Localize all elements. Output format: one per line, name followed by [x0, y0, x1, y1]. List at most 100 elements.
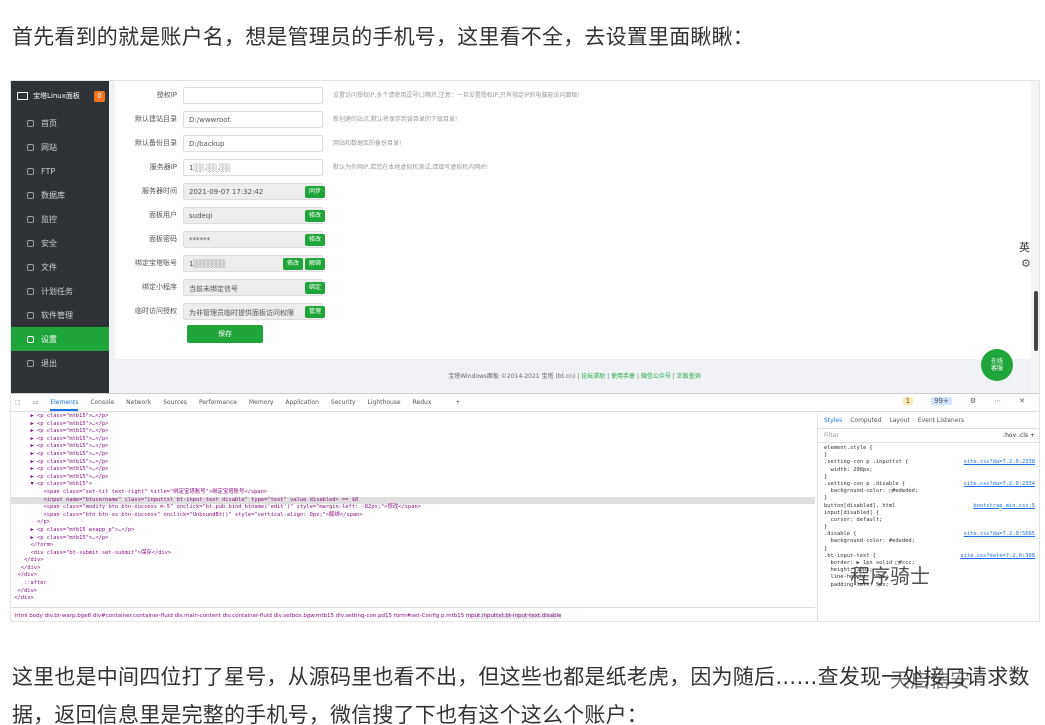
sidebar-item[interactable]: 网站 — [11, 135, 109, 159]
scrollbar-thumb[interactable] — [1034, 291, 1038, 351]
dom-node-line[interactable]: ▶ <p class="mtb15">…</p> — [11, 421, 815, 429]
dom-node-line[interactable]: </div> — [11, 557, 815, 565]
footer-link[interactable]: 使用手册 — [611, 373, 635, 380]
setting-input[interactable] — [183, 87, 323, 104]
style-source-link[interactable]: bootstrap.min.css:5 — [973, 503, 1035, 510]
devtools-tab[interactable]: Network — [126, 399, 151, 406]
breadcrumb-item[interactable]: div.setbox.bgw.mtb15 — [274, 613, 334, 619]
filter-tools[interactable]: :hov .cls + — [1003, 432, 1035, 439]
devtools-tab[interactable]: Lighthouse — [368, 399, 401, 406]
footer-link[interactable]: 微信公众号 — [641, 373, 671, 380]
setting-button[interactable]: 修改 — [305, 210, 326, 222]
breadcrumb-item[interactable]: html — [15, 613, 28, 619]
language-toggle[interactable]: 英 — [1019, 239, 1030, 255]
dom-node-line[interactable]: ▶ <p class="mtb15">…</p> — [11, 413, 815, 421]
sidebar-item[interactable]: 监控 — [11, 207, 109, 231]
setting-button[interactable]: 修改 — [283, 258, 304, 270]
dom-node-line[interactable]: </form> — [11, 542, 815, 550]
sidebar-item[interactable]: FTP — [11, 159, 109, 183]
setting-input[interactable]: D:/wwwroot — [183, 111, 323, 128]
devtools-tab[interactable]: Security — [331, 399, 356, 406]
setting-button[interactable]: 绑定 — [305, 282, 326, 294]
dom-node-line[interactable]: ▶ <p class="mtb15">…</p> — [11, 466, 815, 474]
breadcrumb-item[interactable]: form#set-Config — [394, 613, 439, 619]
setting-input[interactable]: D:/backup — [183, 135, 323, 152]
breadcrumb-item[interactable]: body — [29, 613, 43, 619]
warning-count[interactable]: 1 — [902, 397, 914, 405]
page-scrollbar[interactable] — [1031, 81, 1039, 393]
gear-icon[interactable]: ⚙ — [970, 397, 976, 405]
devtools-tab[interactable]: Memory — [249, 399, 273, 406]
dom-node-line[interactable]: </p> — [11, 519, 815, 527]
styles-tab[interactable]: Styles — [824, 417, 842, 424]
style-source-link[interactable]: site.css?da=7.2.0:2334 — [964, 481, 1035, 488]
dom-node-line[interactable]: <div class="bt-submit set-submit">保存</di… — [11, 550, 815, 558]
more-icon[interactable]: ⋯ — [994, 397, 1001, 405]
footer-link[interactable]: 正版查询 — [677, 373, 701, 380]
dom-node-line[interactable]: </div> — [11, 595, 815, 603]
filter-input[interactable]: Filter — [824, 432, 839, 439]
breadcrumb-item[interactable]: p.mtb15 — [441, 613, 464, 619]
dom-node-line[interactable]: <span class="btn btn-xs btn-success" onc… — [11, 512, 815, 520]
style-source-link[interactable]: site.css?da=7.2.0:2338 — [964, 459, 1035, 466]
more-tabs-icon[interactable]: + — [455, 399, 460, 406]
devtools-tab[interactable]: Elements — [50, 399, 79, 411]
breadcrumb-item[interactable]: div.bt-warp.bge6 — [45, 613, 91, 619]
save-button[interactable]: 保存 — [187, 325, 263, 343]
breadcrumb-item[interactable]: div#container.container-fluid — [93, 613, 173, 619]
sidebar-item[interactable]: 退出 — [11, 351, 109, 375]
setting-input[interactable]: 1░░.░░.░░ — [183, 159, 323, 176]
close-icon[interactable]: ✕ — [1019, 397, 1025, 405]
devtools-tab[interactable]: Sources — [163, 399, 187, 406]
sidebar-item[interactable]: 首页 — [11, 111, 109, 135]
devtools-tab[interactable]: Application — [285, 399, 319, 406]
dom-tree[interactable]: ▶ <p class="mtb15">…</p> ▶ <p class="mtb… — [11, 413, 815, 607]
setting-button[interactable]: 解绑 — [305, 258, 326, 270]
setting-button[interactable]: 管理 — [305, 306, 326, 318]
dom-node-line[interactable]: ▶ <p class="mtb15 wxapp_p">…</p> — [11, 527, 815, 535]
styles-tab[interactable]: Layout — [889, 417, 909, 424]
dom-node-line[interactable]: <span class="set-tit text-right" title="… — [11, 489, 815, 497]
dom-node-line[interactable]: ▶ <p class="mtb15">…</p> — [11, 535, 815, 543]
device-icon[interactable]: ▭ — [33, 399, 39, 406]
setting-hint: 网站和数据库的备份目录! — [333, 140, 402, 147]
notification-badge[interactable]: 0 — [94, 90, 105, 102]
style-source-link[interactable]: site.css?date=7.2.0:308 — [960, 553, 1035, 560]
devtools-tab[interactable]: Performance — [199, 399, 237, 406]
sidebar-item[interactable]: 设置 — [11, 327, 109, 351]
sidebar-item[interactable]: 软件管理 — [11, 303, 109, 327]
styles-filter[interactable]: Filter :hov .cls + — [818, 429, 1039, 443]
dom-node-line[interactable]: ▶ <p class="mtb15">…</p> — [11, 436, 815, 444]
breadcrumb-item[interactable]: div.container-fluid — [223, 613, 272, 619]
dom-node-line[interactable]: ▶ <p class="mtb15">…</p> — [11, 451, 815, 459]
dom-node-line[interactable]: ▶ <p class="mtb15">…</p> — [11, 459, 815, 467]
dom-node-line[interactable]: </div> — [11, 565, 815, 573]
styles-tab[interactable]: Event Listeners — [918, 417, 964, 424]
style-source-link[interactable]: site.css?da=7.2.0:5665 — [964, 531, 1035, 538]
setting-button[interactable]: 同步 — [305, 186, 326, 198]
sidebar-item[interactable]: 数据库 — [11, 183, 109, 207]
devtools-tab[interactable]: Redux — [413, 399, 432, 406]
dom-node-line[interactable]: ▶ <p class="mtb15">…</p> — [11, 443, 815, 451]
footer-link[interactable]: 论坛求助 — [581, 373, 605, 380]
breadcrumb-item[interactable]: input.inputtxt.bt-input-text.disable — [466, 613, 562, 619]
sidebar-item[interactable]: 文件 — [11, 255, 109, 279]
dom-node-line[interactable]: ▶ <p class="mtb15">…</p> — [11, 474, 815, 482]
breadcrumb-item[interactable]: div.setting-con.pd15 — [336, 613, 392, 619]
styles-tab[interactable]: Computed — [850, 417, 881, 424]
setting-button[interactable]: 修改 — [305, 234, 326, 246]
dom-node-line[interactable]: ▶ <p class="mtb15">…</p> — [11, 428, 815, 436]
sidebar-item[interactable]: 计划任务 — [11, 279, 109, 303]
dom-node-line[interactable]: <span class="modify btn btn-success m-5"… — [11, 504, 815, 512]
info-count[interactable]: 99+ — [931, 397, 952, 405]
dom-node-line[interactable]: </div> — [11, 588, 815, 596]
gear-icon[interactable]: ⚙ — [1021, 257, 1031, 270]
dom-node-line[interactable]: ▼ <p class="mtb15"> — [11, 481, 815, 489]
dom-node-line[interactable]: ::after — [11, 580, 815, 588]
devtools-tab[interactable]: Console — [90, 399, 114, 406]
sidebar-item[interactable]: 安全 — [11, 231, 109, 255]
breadcrumb-item[interactable]: div.main-content — [174, 613, 220, 619]
dom-node-line[interactable]: <input name="btusername" class="inputtxt… — [11, 496, 815, 505]
dom-node-line[interactable]: </div> — [11, 572, 815, 580]
inspect-icon[interactable]: ⬚ — [15, 399, 21, 406]
